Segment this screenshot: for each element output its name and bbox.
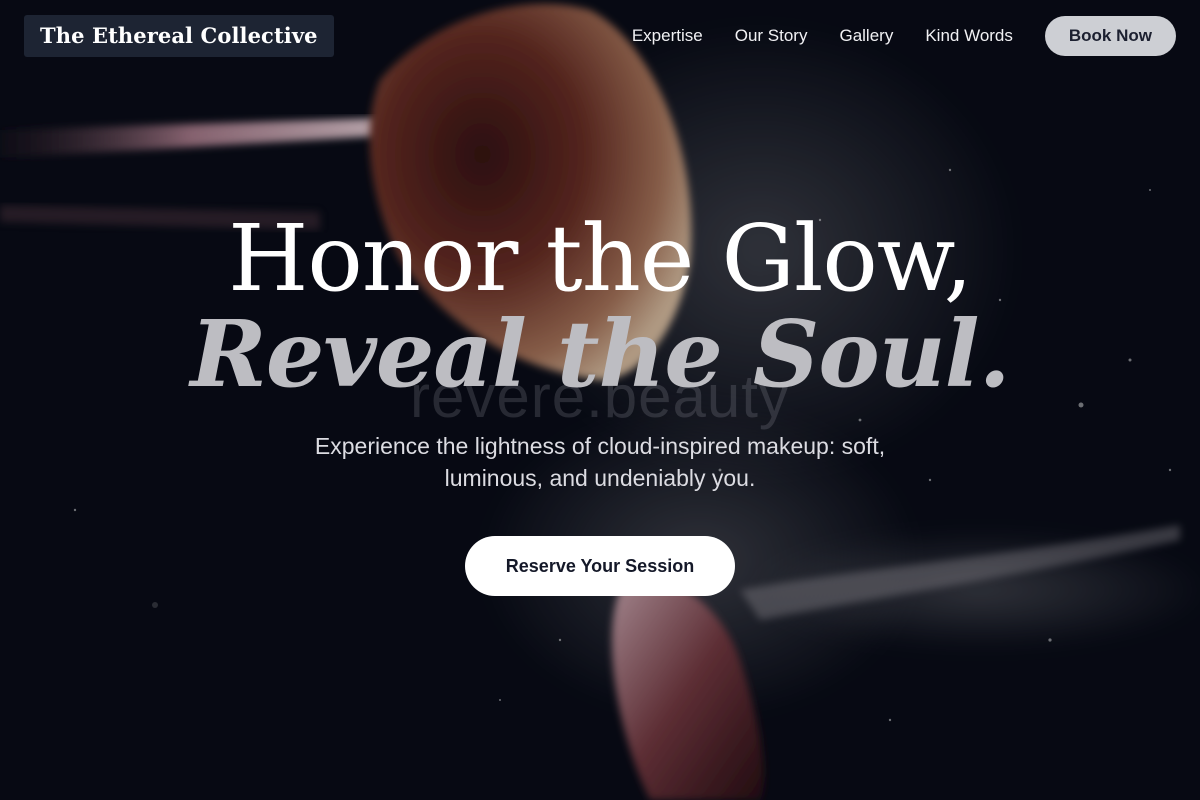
- book-now-button[interactable]: Book Now: [1044, 16, 1176, 56]
- headline-line-2: Reveal the Soul.: [190, 300, 1010, 408]
- nav-link-gallery[interactable]: Gallery: [839, 26, 893, 46]
- nav-link-kind-words[interactable]: Kind Words: [925, 26, 1013, 46]
- top-navbar: The Ethereal Collective Expertise Our St…: [0, 0, 1200, 72]
- brand-logo[interactable]: The Ethereal Collective: [24, 15, 334, 57]
- nav-links: Expertise Our Story Gallery Kind Words: [600, 26, 1013, 46]
- nav-link-our-story[interactable]: Our Story: [735, 26, 808, 46]
- hero-section: Honor the Glow, Reveal the Soul. Experie…: [0, 210, 1200, 596]
- hero-subtext: Experience the lightness of cloud-inspir…: [314, 433, 886, 491]
- reserve-session-button[interactable]: Reserve Your Session: [465, 536, 735, 596]
- nav-right: Expertise Our Story Gallery Kind Words B…: [600, 16, 1176, 56]
- nav-link-expertise[interactable]: Expertise: [632, 26, 703, 46]
- hero-headline: Honor the Glow, Reveal the Soul.: [0, 205, 1200, 408]
- headline-line-1: Honor the Glow,: [228, 205, 973, 312]
